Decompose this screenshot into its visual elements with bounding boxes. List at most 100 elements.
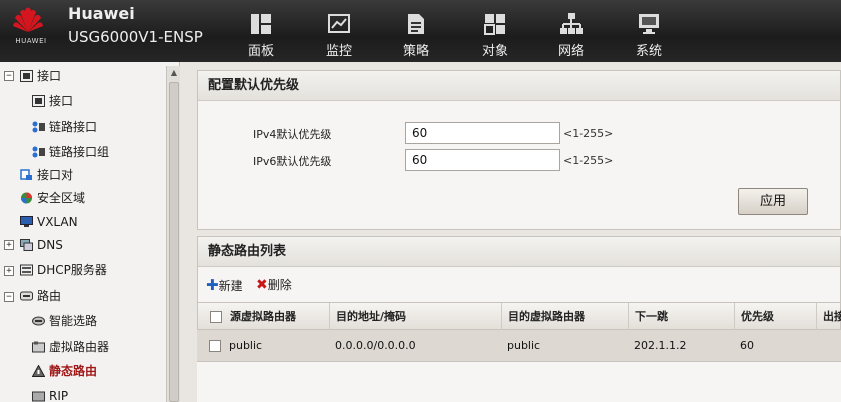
- smart-routing-icon: [32, 316, 45, 325]
- new-button[interactable]: ✚新建: [206, 276, 243, 294]
- sidebar-item-vxlan[interactable]: VXLAN: [20, 211, 78, 233]
- column-header-source-vr[interactable]: 源虚拟路由器: [224, 303, 330, 331]
- monitor-chart-icon: [328, 14, 350, 33]
- sidebar-item-virtual-router[interactable]: 虚拟路由器: [32, 336, 109, 358]
- nav-label: 策略: [402, 44, 429, 59]
- ipv4-priority-label: IPv4默认优先级: [253, 128, 332, 141]
- sidebar-item-route-folder[interactable]: 路由: [20, 285, 61, 307]
- delete-x-icon: ✖: [256, 277, 268, 293]
- brand-name: Huawei: [68, 4, 135, 23]
- ipv4-priority-hint: <1-255>: [563, 127, 614, 140]
- security-zone-icon: [21, 192, 32, 203]
- nav-label: 对象: [481, 44, 508, 59]
- static-route-list-title: 静态路由列表: [198, 237, 840, 267]
- sidebar-item-dhcp-server[interactable]: DHCP服务器: [20, 259, 107, 281]
- row-checkbox[interactable]: [209, 340, 221, 352]
- delete-button-label: 删除: [267, 278, 292, 292]
- link-interface-icon: [32, 121, 45, 132]
- cell-source-vr: public: [229, 339, 263, 352]
- select-all-checkbox[interactable]: [210, 311, 222, 323]
- route-table-header: 源虚拟路由器 目的地址/掩码 目的虚拟路由器 下一跳 优先级 出接: [197, 302, 841, 331]
- logo-text: HUAWEI: [15, 37, 47, 45]
- network-topology-icon: [560, 13, 583, 34]
- ipv6-priority-hint: <1-255>: [563, 154, 614, 167]
- huawei-logo: HUAWEI: [6, 4, 50, 58]
- sidebar-item-label: DHCP服务器: [37, 263, 107, 277]
- dhcp-server-icon: [20, 264, 33, 275]
- interface-pair-icon: [20, 168, 32, 180]
- sidebar-item-smart-routing[interactable]: 智能选路: [32, 310, 97, 332]
- virtual-router-icon: [32, 341, 45, 352]
- cell-priority: 60: [740, 339, 754, 352]
- top-header: HUAWEI Huawei USG6000V1-ENSP 面板 监控 策略 对象…: [0, 0, 841, 62]
- collapse-icon[interactable]: −: [4, 292, 14, 302]
- sidebar-item-label: 智能选路: [49, 314, 98, 328]
- column-header-destination-vr[interactable]: 目的虚拟路由器: [502, 303, 629, 331]
- sidebar-item-interface-pair[interactable]: 接口对: [20, 164, 73, 186]
- nav-label: 监控: [325, 44, 352, 59]
- nav-label: 网络: [557, 44, 584, 59]
- ipv6-priority-input[interactable]: 60: [405, 149, 560, 171]
- sidebar-item-dns[interactable]: DNS: [20, 234, 63, 256]
- new-button-label: 新建: [218, 279, 243, 293]
- sidebar-item-label: 虚拟路由器: [49, 340, 110, 354]
- default-priority-title: 配置默认优先级: [198, 71, 840, 101]
- sidebar-item-label: DNS: [37, 238, 63, 252]
- static-route-icon: [32, 364, 45, 377]
- interface-icon: [32, 94, 45, 107]
- sidebar-item-label: 链路接口组: [49, 145, 110, 159]
- plus-icon: ✚: [206, 276, 219, 294]
- collapse-icon[interactable]: −: [4, 71, 14, 81]
- sidebar-item-label: 接口: [49, 94, 74, 108]
- sidebar-item-label: 静态路由: [49, 364, 98, 378]
- table-empty-area: [197, 362, 841, 402]
- sidebar-item-link-interface-group[interactable]: 链路接口组: [32, 141, 109, 163]
- delete-button[interactable]: ✖删除: [256, 276, 292, 294]
- sidebar-item-label: VXLAN: [37, 215, 78, 229]
- policy-document-icon: [408, 14, 424, 34]
- sidebar-item-rip[interactable]: RIP: [32, 385, 68, 402]
- link-interface-group-icon: [32, 146, 45, 157]
- scroll-thumb[interactable]: [169, 82, 179, 402]
- apply-button[interactable]: 应用: [738, 188, 808, 215]
- ipv6-priority-label: IPv6默认优先级: [253, 155, 332, 168]
- cell-next-hop: 202.1.1.2: [634, 339, 687, 352]
- dashboard-icon: [251, 14, 271, 34]
- expand-icon[interactable]: +: [4, 266, 14, 276]
- nav-dashboard[interactable]: 面板: [226, 0, 296, 62]
- sidebar-item-label: 安全区域: [37, 191, 86, 205]
- column-header-out-interface[interactable]: 出接: [817, 303, 841, 331]
- sidebar-item-security-zone[interactable]: 安全区域: [20, 187, 85, 209]
- scroll-up-icon[interactable]: ▲: [169, 68, 179, 78]
- nav-system[interactable]: 系统: [614, 0, 684, 62]
- nav-label: 面板: [247, 44, 274, 59]
- dns-icon: [20, 238, 33, 251]
- sidebar-item-label: RIP: [49, 389, 69, 402]
- sidebar-item-label: 接口: [37, 69, 62, 83]
- sidebar-item-link-interface[interactable]: 链路接口: [32, 116, 97, 138]
- rip-icon: [32, 391, 45, 401]
- nav-object[interactable]: 对象: [460, 0, 530, 62]
- route-folder-icon: [20, 291, 33, 300]
- huawei-logo-icon: [13, 7, 43, 32]
- product-name: USG6000V1-ENSP: [68, 28, 203, 46]
- nav-policy[interactable]: 策略: [381, 0, 451, 62]
- column-header-priority[interactable]: 优先级: [735, 303, 817, 331]
- sidebar-item-interface[interactable]: 接口: [32, 90, 73, 112]
- sidebar-item-static-route[interactable]: 静态路由: [32, 360, 97, 382]
- nav-network[interactable]: 网络: [536, 0, 606, 62]
- expand-icon[interactable]: +: [4, 240, 14, 250]
- nav-monitor[interactable]: 监控: [304, 0, 374, 62]
- nav-label: 系统: [635, 44, 662, 59]
- cell-destination-vr: public: [507, 339, 541, 352]
- column-header-next-hop[interactable]: 下一跳: [629, 303, 735, 331]
- table-row[interactable]: public 0.0.0.0/0.0.0.0 public 202.1.1.2 …: [197, 330, 841, 362]
- sidebar-item-label: 链路接口: [49, 120, 98, 134]
- sidebar-item-interface-folder[interactable]: 接口: [20, 65, 61, 87]
- vxlan-icon: [20, 215, 33, 227]
- sidebar-scrollbar[interactable]: ▲: [166, 66, 180, 402]
- system-computer-icon: [639, 14, 659, 34]
- ipv4-priority-input[interactable]: 60: [405, 122, 560, 144]
- sidebar-item-label: 路由: [37, 289, 62, 303]
- column-header-destination[interactable]: 目的地址/掩码: [330, 303, 502, 331]
